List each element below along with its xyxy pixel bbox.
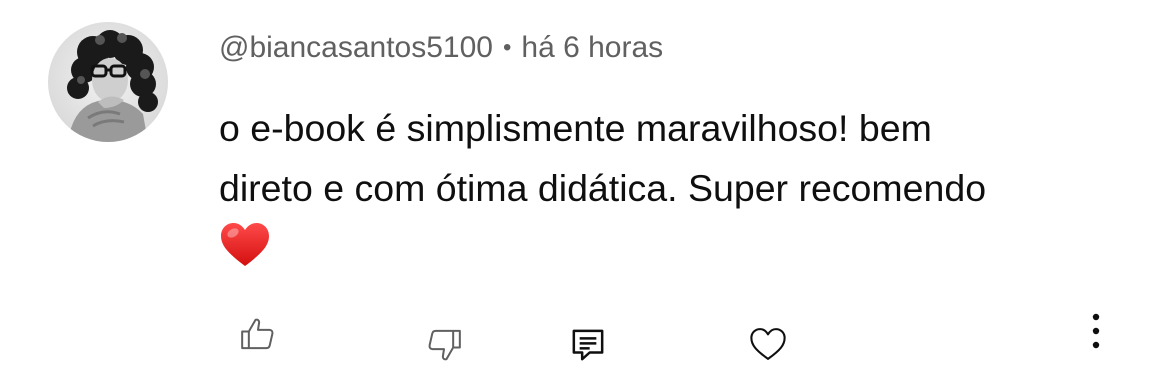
more-vertical-icon [1092,313,1100,349]
comment-timestamp: há 6 horas [521,31,664,64]
heart-outline-icon [750,328,786,360]
dislike-button[interactable] [414,315,474,375]
avatar[interactable] [48,22,168,142]
reply-button[interactable] [558,315,618,375]
red-heart-emoji [221,223,269,266]
comment-text-line: direto e com ótima didática. Super recom… [219,167,987,209]
more-options-button[interactable] [1066,302,1126,362]
comment-text-line: o e-book é simplismente maravilhoso! bem [219,107,932,149]
meta-separator: • [502,34,512,61]
heart-button[interactable] [738,314,798,374]
comment-meta: @biancasantos5100 • há 6 horas [219,30,663,68]
reply-comment-icon [572,329,604,361]
thumbs-down-icon [428,329,461,361]
like-button[interactable] [228,304,288,364]
author-name[interactable]: @biancasantos5100 [219,31,493,64]
thumbs-up-icon [241,318,274,350]
comment-text: o e-book é simplismente maravilhoso! bem… [219,98,1119,272]
